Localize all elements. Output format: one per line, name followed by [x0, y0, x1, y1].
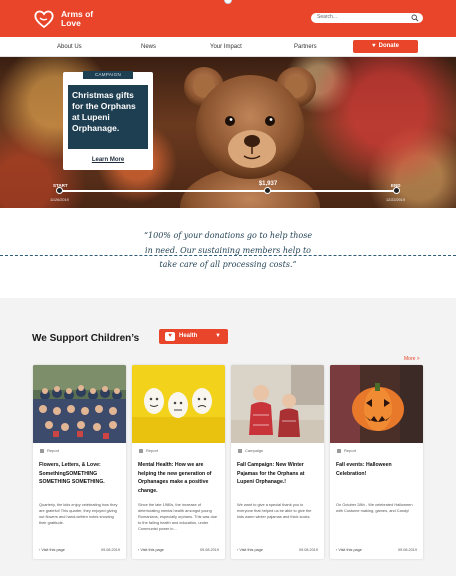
news-card[interactable]: Report Flowers, Letters, & Love: Somethi… — [33, 365, 126, 559]
document-icon — [139, 448, 143, 453]
document-icon — [238, 448, 242, 453]
nav-news[interactable]: News — [141, 44, 156, 50]
card-type-label: Report — [344, 448, 357, 453]
news-card[interactable]: Campaign Fall Campaign: New Winter Pajam… — [231, 365, 324, 559]
start-date: 11/26/2019 — [50, 198, 69, 202]
campaign-card: CAMPAIGN Christmas gifts for the Orphans… — [63, 71, 153, 170]
donate-label: Donate — [378, 43, 399, 49]
search-input[interactable]: Search... — [311, 13, 423, 23]
teddy-bear-image — [180, 67, 320, 208]
egg-faces-image — [132, 365, 225, 443]
document-icon — [337, 448, 341, 453]
card-description: Since the late 1980s, the increase of de… — [138, 502, 218, 531]
visit-page-label: Visit this page — [41, 548, 65, 552]
quote-line-2: in need. Our sustaining members help to — [145, 245, 311, 255]
top-bar: Arms of Love Search... — [0, 0, 456, 37]
main-nav: About Us News Your Impact Partners ♥ Dona… — [0, 37, 456, 57]
end-label: END — [391, 183, 401, 188]
donation-quote: “100% of your donations go to help those… — [70, 229, 386, 273]
logo-text[interactable]: Arms of Love — [61, 10, 93, 27]
learn-more-link[interactable]: Learn More — [63, 157, 153, 163]
more-label: More — [404, 356, 416, 362]
card-date: 09.08.2019 — [397, 548, 417, 552]
section-title: We Support Children’s — [32, 333, 140, 344]
progress-end-marker — [393, 187, 400, 194]
chevron-down-icon: ▼ — [215, 333, 221, 339]
more-link[interactable]: More > — [404, 356, 420, 362]
nav-about-us[interactable]: About Us — [57, 44, 82, 50]
card-type-label: Report — [47, 448, 60, 453]
card-type-label: Report — [146, 448, 159, 453]
card-title[interactable]: Fall Campaign: New Winter Pajamas for th… — [237, 461, 319, 487]
heart-icon: ♥ — [165, 332, 175, 341]
card-type: Report — [337, 448, 356, 453]
nav-your-impact[interactable]: Your Impact — [210, 44, 242, 50]
visit-page-link[interactable]: › Visit this page — [138, 548, 164, 552]
visit-page-link[interactable]: › Visit this page — [336, 548, 362, 552]
visit-page-label: Visit this page — [338, 548, 362, 552]
news-card[interactable]: Report Fall events: Halloween Celebratio… — [330, 365, 423, 559]
pumpkin-image — [330, 365, 423, 443]
category-filter-dropdown[interactable]: ♥ Health ▼ — [159, 329, 228, 344]
card-description: We want to give a special thank you to e… — [237, 502, 312, 519]
end-date: 12/22/2019 — [386, 198, 406, 202]
progress-start-marker — [56, 187, 63, 194]
card-title[interactable]: Mental Health: How we are helping the ne… — [138, 461, 220, 495]
document-icon — [40, 448, 44, 453]
card-description: Quarterly, the kids enjoy celebrating ho… — [39, 502, 118, 525]
card-description: On October 28th - We celebrated Hallowee… — [336, 502, 413, 513]
heart-hand-logo[interactable] — [33, 8, 55, 30]
heart-icon: ♥ — [372, 43, 376, 49]
card-type-label: Campaign — [245, 448, 264, 453]
card-type: Campaign — [238, 448, 263, 453]
card-title[interactable]: Flowers, Letters, & Love: SomethingSOMET… — [39, 461, 121, 487]
donate-button[interactable]: ♥ Donate — [353, 40, 418, 53]
campaign-title: Christmas gifts for the Orphans at Lupen… — [68, 85, 148, 149]
progress-current-marker[interactable] — [264, 187, 271, 194]
card-title[interactable]: Fall events: Halloween Celebration! — [336, 461, 418, 478]
visit-page-link[interactable]: › Visit this page — [237, 548, 263, 552]
kids-pajamas-image — [231, 365, 324, 443]
nav-partners[interactable]: Partners — [294, 44, 317, 50]
quote-line-3: take care of all processing costs.” — [159, 260, 297, 269]
logo-line-2: Love — [61, 17, 81, 28]
visit-page-label: Visit this page — [239, 548, 263, 552]
card-date: 09.08.2019 — [100, 548, 120, 552]
filter-label: Health — [179, 333, 198, 339]
scroll-indicator — [224, 0, 232, 4]
raised-amount: $1,937 — [258, 181, 278, 187]
search-icon[interactable] — [411, 14, 419, 22]
card-date: 09.08.2019 — [199, 548, 219, 552]
hero-banner: CAMPAIGN Christmas gifts for the Orphans… — [0, 57, 456, 208]
start-label: START — [53, 183, 68, 188]
progress-track — [58, 190, 398, 192]
card-date: 09.08.2019 — [298, 548, 318, 552]
campaign-tag: CAMPAIGN — [83, 71, 133, 79]
quote-line-1: “100% of your donations go to help those — [143, 231, 313, 240]
news-card[interactable]: Report Mental Health: How we are helping… — [132, 365, 225, 559]
visit-page-link[interactable]: › Visit this page — [39, 548, 65, 552]
card-type: Report — [139, 448, 158, 453]
card-type: Report — [40, 448, 59, 453]
search-placeholder: Search... — [317, 14, 338, 20]
group-photo-image — [33, 365, 126, 443]
visit-page-label: Visit this page — [140, 548, 164, 552]
